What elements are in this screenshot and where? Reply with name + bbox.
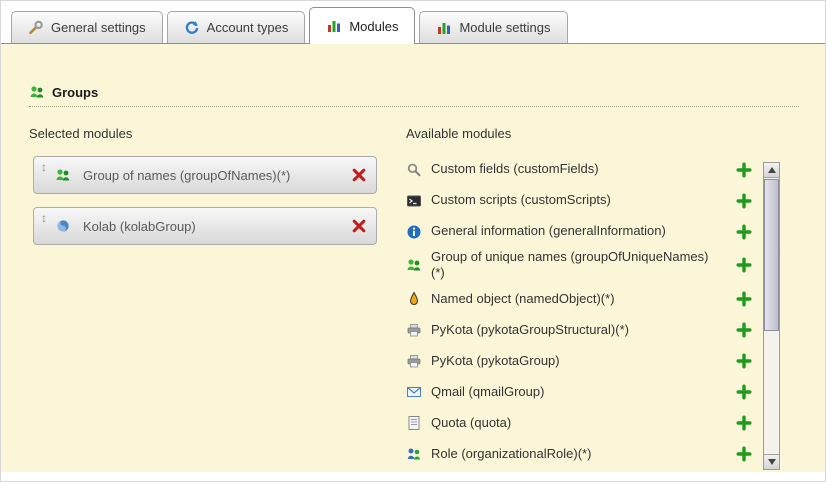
tab-label: General settings xyxy=(51,20,146,35)
scroll-down-button[interactable] xyxy=(764,454,779,469)
delete-module-button[interactable] xyxy=(351,218,367,234)
add-plus-icon xyxy=(736,224,752,240)
add-plus-icon xyxy=(736,384,752,400)
add-module-button[interactable] xyxy=(736,257,752,273)
terminal-icon xyxy=(406,193,422,209)
add-plus-icon xyxy=(736,415,752,431)
available-modules-list: Custom fields (customFields) Custom scri… xyxy=(406,156,758,472)
available-module-row: Custom fields (customFields) xyxy=(406,156,758,183)
groups-icon xyxy=(55,167,71,183)
section-heading-groups: Groups xyxy=(29,84,98,100)
available-module-row: Group of unique names (groupOfUniqueName… xyxy=(406,249,758,282)
selected-modules-heading: Selected modules xyxy=(29,126,132,141)
delete-x-icon xyxy=(351,167,367,183)
add-plus-icon xyxy=(736,353,752,369)
add-module-button[interactable] xyxy=(736,322,752,338)
printer-icon xyxy=(406,353,422,369)
add-plus-icon xyxy=(736,257,752,273)
add-module-button[interactable] xyxy=(736,224,752,240)
groups-icon xyxy=(29,84,45,100)
drop-icon xyxy=(406,291,422,307)
add-plus-icon xyxy=(736,446,752,462)
available-module-row: PyKota (pykotaGroupStructural)(*) xyxy=(406,317,758,344)
tab-label: Module settings xyxy=(459,20,550,35)
module-label: Role (organizationalRole)(*) xyxy=(431,446,711,462)
module-label: Group of names (groupOfNames)(*) xyxy=(79,168,343,183)
add-module-button[interactable] xyxy=(736,353,752,369)
available-module-row: General information (generalInformation) xyxy=(406,218,758,245)
add-module-button[interactable] xyxy=(736,384,752,400)
tab-label: Account types xyxy=(207,20,289,35)
add-plus-icon xyxy=(736,193,752,209)
scrollbar-track[interactable] xyxy=(763,162,780,470)
tab-bar: General settings Account types Modules xyxy=(11,1,568,44)
module-label: PyKota (pykotaGroup) xyxy=(431,353,711,369)
module-label: Quota (quota) xyxy=(431,415,711,431)
selected-module-item[interactable]: ↕ Group of names (groupOfNames)(*) xyxy=(33,156,377,194)
bar-chart-icon xyxy=(326,18,342,34)
magnifier-gear-icon xyxy=(406,162,422,178)
available-module-row: Role (organizationalRole)(*) xyxy=(406,441,758,468)
kolab-icon xyxy=(55,218,71,234)
add-plus-icon xyxy=(736,322,752,338)
module-label: General information (generalInformation) xyxy=(431,223,711,239)
tab-label: Modules xyxy=(349,19,398,34)
scroll-up-button[interactable] xyxy=(764,163,779,178)
modules-tab-panel: Groups Selected modules Available module… xyxy=(1,43,826,472)
available-module-row: Named object (namedObject)(*) xyxy=(406,286,758,313)
add-module-button[interactable] xyxy=(736,193,752,209)
document-icon xyxy=(406,415,422,431)
bar-chart-icon xyxy=(436,20,452,36)
module-label: PyKota (pykotaGroupStructural)(*) xyxy=(431,322,711,338)
drag-handle-icon[interactable]: ↕ xyxy=(41,157,47,174)
printer-icon xyxy=(406,322,422,338)
available-module-row: Custom scripts (customScripts) xyxy=(406,187,758,214)
add-plus-icon xyxy=(736,291,752,307)
dotted-divider xyxy=(29,106,799,107)
selected-module-item[interactable]: ↕ Kolab (kolabGroup) xyxy=(33,207,377,245)
module-label: Named object (namedObject)(*) xyxy=(431,291,711,307)
add-plus-icon xyxy=(736,162,752,178)
delete-x-icon xyxy=(351,218,367,234)
available-module-row: Qmail (qmailGroup) xyxy=(406,379,758,406)
module-label: Custom fields (customFields) xyxy=(431,161,711,177)
add-module-button[interactable] xyxy=(736,446,752,462)
selected-modules-list: ↕ Group of names (groupOfNames)(*) ↕ xyxy=(33,156,377,258)
arrow-up-icon xyxy=(768,167,776,173)
add-module-button[interactable] xyxy=(736,291,752,307)
add-module-button[interactable] xyxy=(736,162,752,178)
tab-module-settings[interactable]: Module settings xyxy=(419,11,567,43)
groups-icon xyxy=(406,257,422,273)
module-label: Custom scripts (customScripts) xyxy=(431,192,711,208)
tab-account-types[interactable]: Account types xyxy=(167,11,306,43)
scrollbar-thumb[interactable] xyxy=(764,179,779,331)
module-label: Qmail (qmailGroup) xyxy=(431,384,711,400)
info-icon xyxy=(406,224,422,240)
settings-window: General settings Account types Modules xyxy=(0,0,826,482)
drag-handle-icon[interactable]: ↕ xyxy=(41,208,47,225)
section-title: Groups xyxy=(52,85,98,100)
wrench-icon xyxy=(28,20,44,36)
envelope-icon xyxy=(406,384,422,400)
refresh-icon xyxy=(184,20,200,36)
add-module-button[interactable] xyxy=(736,415,752,431)
role-icon xyxy=(406,446,422,462)
available-module-row: Quota (quota) xyxy=(406,410,758,437)
module-label: Kolab (kolabGroup) xyxy=(79,219,343,234)
delete-module-button[interactable] xyxy=(351,167,367,183)
available-modules-heading: Available modules xyxy=(406,126,511,141)
tab-modules[interactable]: Modules xyxy=(309,7,415,44)
module-label: Group of unique names (groupOfUniqueName… xyxy=(431,249,711,282)
arrow-down-icon xyxy=(768,459,776,465)
available-module-row: PyKota (pykotaGroup) xyxy=(406,348,758,375)
tab-general-settings[interactable]: General settings xyxy=(11,11,163,43)
